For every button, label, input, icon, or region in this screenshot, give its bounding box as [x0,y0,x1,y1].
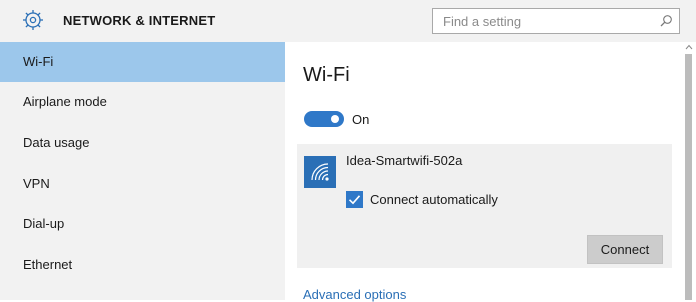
section-title: NETWORK & INTERNET [63,13,216,28]
sidebar-item-dial-up[interactable]: Dial-up [0,204,285,244]
settings-header: NETWORK & INTERNET [0,0,696,42]
sidebar: Wi-Fi Airplane mode Data usage VPN Dial-… [0,42,285,300]
scrollbar[interactable] [682,42,696,300]
scroll-up-icon[interactable] [685,44,693,50]
sidebar-item-ethernet[interactable]: Ethernet [0,245,285,285]
connect-automatically-checkbox[interactable] [346,191,363,208]
sidebar-item-vpn[interactable]: VPN [0,164,285,204]
search-input[interactable] [433,9,653,33]
checkmark-icon [348,195,361,205]
connect-button[interactable]: Connect [587,235,663,264]
wifi-signal-glyph [311,163,329,181]
search-icon[interactable] [659,14,673,28]
sidebar-item-data-usage[interactable]: Data usage [0,123,285,163]
network-name: Idea-Smartwifi-502a [346,153,463,168]
sidebar-item-wifi[interactable]: Wi-Fi [0,42,285,82]
wifi-signal-icon [304,156,336,188]
sidebar-item-airplane-mode[interactable]: Airplane mode [0,82,285,122]
toggle-knob [331,115,339,123]
search-box[interactable] [432,8,680,34]
wifi-toggle-label: On [352,112,370,127]
main-content: Wi-Fi On Idea-Smartwifi-502a Connect aut… [285,42,696,302]
connect-automatically-label: Connect automatically [370,192,498,207]
wifi-toggle[interactable] [304,111,344,127]
scrollbar-thumb[interactable] [685,54,692,300]
page-title: Wi-Fi [303,64,350,86]
network-card[interactable]: Idea-Smartwifi-502a Connect automaticall… [297,144,672,268]
gear-icon [23,10,43,30]
